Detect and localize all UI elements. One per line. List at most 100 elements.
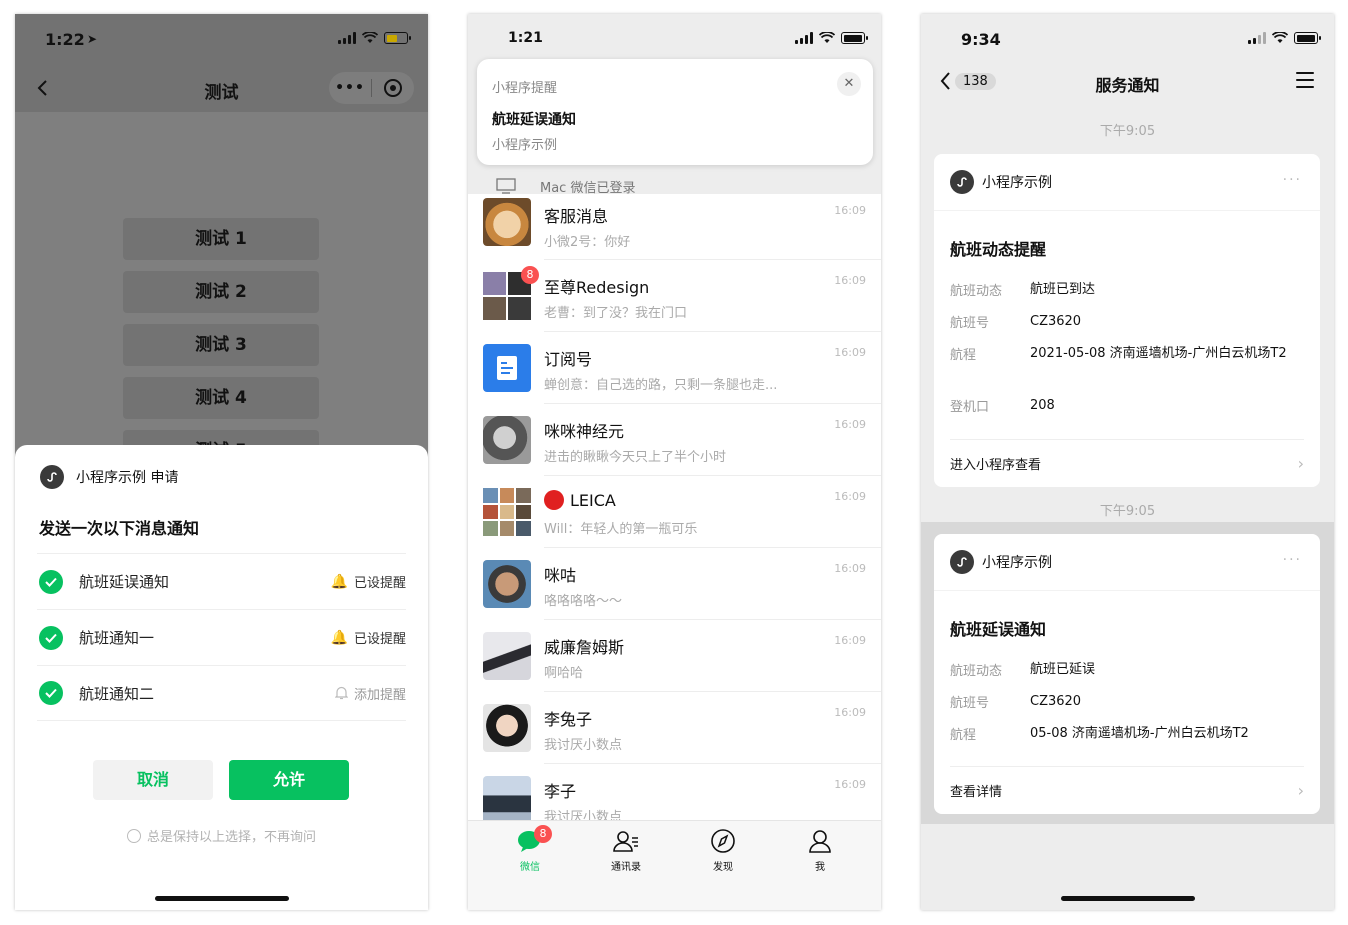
monitor-icon — [496, 178, 516, 194]
avatar — [483, 704, 531, 752]
status-bar: 1:21 — [468, 14, 881, 64]
phone-chat-list: 1:21 Mac 微信已登录 客服消息 小微2号：你好 16:09 8 至尊Re… — [468, 14, 881, 910]
avatar — [483, 776, 531, 824]
tab-contacts[interactable]: 通讯录 — [596, 829, 656, 873]
chat-row[interactable]: 订阅号 蝉创意：自己选的路，只剩一条腿也走... 16:09 — [468, 332, 881, 404]
chat-name: 客服消息 — [544, 207, 609, 226]
cancel-button[interactable]: 取消 — [93, 760, 213, 800]
mini-program-capsule: ••• — [329, 72, 414, 104]
chat-name: 咪咪神经元 — [544, 422, 625, 441]
red-circle-icon — [544, 490, 564, 510]
notification-title: 航班延误通知 — [492, 112, 576, 128]
nav-bar: 138 服务通知 — [921, 64, 1334, 104]
tab-discover[interactable]: 发现 — [693, 829, 753, 873]
menu-icon[interactable] — [1296, 72, 1314, 93]
card-title: 航班动态提醒 — [950, 240, 1047, 259]
wifi-icon — [1272, 32, 1288, 43]
tab-me[interactable]: 我 — [790, 829, 850, 873]
signal-icon — [1248, 32, 1266, 44]
checked-icon[interactable] — [39, 625, 63, 650]
reminder-status[interactable]: 🔔 已设提醒 — [330, 628, 406, 648]
status-bar: 9:34 — [921, 14, 1334, 64]
timestamp: 下午9:05 — [1099, 124, 1156, 139]
chat-time: 16:09 — [834, 562, 866, 575]
chat-time: 16:09 — [834, 204, 866, 217]
option-row[interactable]: 航班通知二 添加提醒 — [37, 665, 406, 721]
info-row: 航程 2021-05-08 济南遥墙机场-广州白云机场T2 — [950, 346, 1287, 363]
subscribe-sheet: 小程序示例 申请 发送一次以下消息通知 航班延误通知 🔔 已设提醒 航班通知一 🔔… — [15, 445, 428, 910]
more-icon[interactable]: ··· — [1283, 552, 1302, 568]
status-time: 1:21 — [508, 30, 543, 46]
option-row[interactable]: 航班通知一 🔔 已设提醒 — [37, 609, 406, 665]
app-request-label: 小程序示例 申请 — [76, 470, 179, 486]
mac-status-text: Mac 微信已登录 — [540, 180, 636, 196]
chat-row[interactable]: LEICA Will：年轻人的第一瓶可乐 16:09 — [468, 476, 881, 548]
chevron-right-icon: › — [1297, 781, 1304, 800]
signal-icon — [338, 32, 356, 44]
mini-program-logo-icon — [950, 550, 974, 574]
allow-button[interactable]: 允许 — [229, 760, 349, 800]
chat-row[interactable]: 咪咪神经元 进击的瞅瞅今天只上了半个小时 16:09 — [468, 404, 881, 476]
chat-time: 16:09 — [834, 346, 866, 359]
more-icon[interactable]: ··· — [1283, 172, 1302, 188]
checked-icon[interactable] — [39, 569, 63, 594]
test-button-1[interactable]: 测试 1 — [123, 218, 319, 260]
mini-program-logo-icon — [40, 465, 64, 489]
option-row[interactable]: 航班延误通知 🔔 已设提醒 — [37, 553, 406, 609]
checked-icon[interactable] — [39, 681, 63, 705]
wifi-icon — [362, 32, 378, 43]
reminder-status[interactable]: 🔔 已设提醒 — [331, 572, 406, 592]
avatar — [483, 416, 531, 464]
test-button-3[interactable]: 测试 3 — [123, 324, 319, 366]
subscription-icon — [483, 344, 531, 392]
chat-name: 咪咕 — [544, 566, 577, 585]
wifi-icon — [819, 32, 835, 43]
view-details-link[interactable]: 查看详情 › — [950, 766, 1304, 814]
radio-unchecked-icon[interactable] — [126, 828, 141, 843]
group-avatar — [483, 488, 531, 536]
chat-preview: 蝉创意：自己选的路，只剩一条腿也走... — [544, 378, 778, 393]
more-icon[interactable]: ••• — [329, 80, 371, 96]
compass-icon — [711, 829, 735, 853]
chat-row[interactable]: 李兔子 我讨厌小数点 16:09 — [468, 692, 881, 764]
remember-choice[interactable]: 总是保持以上选择，不再询问 — [15, 826, 428, 845]
test-button-2[interactable]: 测试 2 — [123, 271, 319, 313]
chat-name: LEICA — [544, 490, 616, 510]
home-indicator — [1061, 896, 1195, 901]
notification-card: 小程序示例 ··· 航班延误通知 航班动态 航班已延误 航班号 CZ3620 航程 0… — [934, 534, 1320, 814]
unread-badge: 8 — [521, 266, 539, 284]
phone-subscribe-dialog: 1:22 ➤ 测试 ••• 测试 1 测试 2 测试 3 测试 4 测试 5 小… — [15, 14, 428, 910]
option-label: 航班通知二 — [79, 684, 155, 703]
reminder-status[interactable]: 添加提醒 — [334, 684, 406, 703]
close-icon[interactable]: ✕ — [837, 72, 861, 96]
tab-bar: 8 微信 通讯录 发现 我 — [468, 820, 881, 910]
chat-row[interactable]: 8 至尊Redesign 老曹：到了没？我在门口 16:09 — [468, 260, 881, 332]
mini-program-logo-icon — [950, 170, 974, 194]
info-row: 航班动态 航班已延误 — [950, 662, 1096, 679]
tab-chats[interactable]: 8 微信 — [500, 825, 560, 873]
avatar — [483, 632, 531, 680]
status-time: 1:22 — [45, 30, 85, 49]
app-name: 小程序示例 — [982, 175, 1052, 191]
info-row: 航程 05-08 济南遥墙机场-广州白云机场T2 — [950, 726, 1249, 743]
option-label: 航班延误通知 — [79, 573, 170, 591]
info-row: 航班动态 航班已到达 — [950, 282, 1096, 299]
enter-mini-program-link[interactable]: 进入小程序查看 › — [950, 439, 1304, 487]
chat-row[interactable]: 咪咕 咯咯咯咯～～ 16:09 — [468, 548, 881, 620]
mini-program-notification[interactable]: 小程序提醒 航班延误通知 小程序示例 ✕ — [477, 59, 873, 165]
info-row: 登机口 208 — [950, 398, 1055, 415]
home-indicator — [155, 896, 289, 901]
chat-name: 至尊Redesign — [544, 278, 650, 297]
notification-card: 小程序示例 ··· 航班动态提醒 航班动态 航班已到达 航班号 CZ3620 航程 2… — [934, 154, 1320, 487]
chat-preview: 进击的瞅瞅今天只上了半个小时 — [544, 450, 727, 465]
chat-time: 16:09 — [834, 706, 866, 719]
close-mini-program-icon[interactable] — [372, 78, 414, 98]
page-title: 服务通知 — [1095, 76, 1160, 95]
bell-filled-icon: 🔔 — [330, 629, 348, 646]
notification-subtitle: 小程序示例 — [492, 138, 558, 153]
info-row: 航班号 CZ3620 — [950, 694, 1082, 711]
chat-preview: 啊哈哈 — [544, 666, 584, 681]
chat-row[interactable]: 客服消息 小微2号：你好 16:09 — [468, 194, 881, 260]
chat-row[interactable]: 威廉詹姆斯 啊哈哈 16:09 — [468, 620, 881, 692]
test-button-4[interactable]: 测试 4 — [123, 377, 319, 419]
